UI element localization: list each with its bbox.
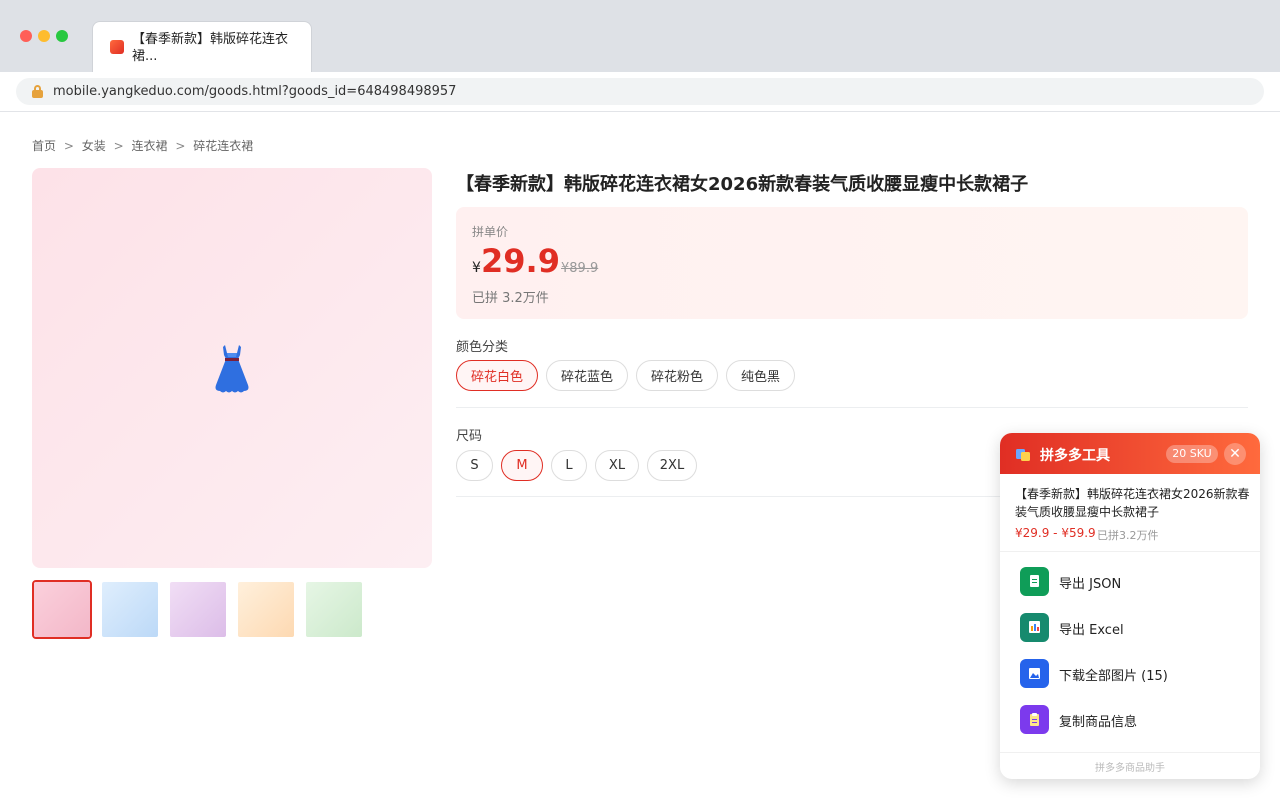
price-box: 拼单价 ¥ 29.9 ¥89.9 已拼 3.2万件 (456, 207, 1248, 319)
extension-sold-count: 已拼3.2万件 (1097, 529, 1159, 542)
extension-panel: 拼多多工具 20 SKU ✕ 【春季新款】韩版碎花连衣裙女2026新款春装气质收… (1000, 433, 1260, 779)
breadcrumb-womens[interactable]: 女装 (82, 139, 106, 153)
address-bar[interactable]: mobile.yangkeduo.com/goods.html?goods_id… (16, 78, 1264, 105)
export-excel-label: 导出 Excel (1059, 623, 1124, 638)
price-label: 拼单价 (472, 225, 509, 239)
sku-count-badge: 20 SKU (1166, 445, 1218, 463)
divider (456, 407, 1248, 408)
copy-product-info-button[interactable]: 复制商品信息 (1020, 705, 1240, 735)
color-section-label: 颜色分类 (456, 340, 509, 355)
spreadsheet-icon (1020, 613, 1049, 642)
color-option-floral-blue[interactable]: 碎花蓝色 (546, 360, 628, 391)
original-price: ¥89.9 (561, 261, 599, 276)
minimize-window-button[interactable] (38, 30, 50, 42)
url-text[interactable]: mobile.yangkeduo.com/goods.html?goods_id… (53, 84, 456, 99)
thumbnail-5[interactable] (304, 580, 364, 639)
color-option-floral-pink[interactable]: 碎花粉色 (636, 360, 718, 391)
download-images-label: 下载全部图片 (15) (1059, 669, 1168, 684)
extension-footer: 拼多多商品助手 (1095, 763, 1165, 774)
group-price: 29.9 (481, 242, 560, 280)
size-option-xl[interactable]: XL (595, 450, 639, 481)
sold-count: 已拼 3.2万件 (472, 291, 549, 306)
divider (1000, 551, 1260, 552)
breadcrumb-dresses[interactable]: 连衣裙 (131, 139, 167, 153)
size-option-s[interactable]: S (456, 450, 493, 481)
breadcrumb-separator: > (175, 139, 186, 153)
extension-price-range: ¥29.9 - ¥59.9 (1015, 526, 1096, 540)
export-json-button[interactable]: 导出 JSON (1020, 567, 1240, 597)
download-images-button[interactable]: 下载全部图片 (15) (1020, 659, 1240, 689)
browser-tab[interactable]: 【春季新款】韩版碎花连衣裙... (92, 21, 312, 72)
thumbnail-4[interactable] (236, 580, 296, 639)
close-window-button[interactable] (20, 30, 32, 42)
size-option-l[interactable]: L (551, 450, 587, 481)
thumbnail-2[interactable] (100, 580, 160, 639)
color-option-solid-black[interactable]: 纯色黑 (726, 360, 795, 391)
breadcrumb: 首页 > 女装 > 连衣裙 > 碎花连衣裙 (32, 137, 257, 154)
browser-tab-bar: 【春季新款】韩版碎花连衣裙... (0, 0, 1280, 72)
pinduoduo-favicon-icon (110, 40, 124, 54)
extension-product-title: 【春季新款】韩版碎花连衣裙女2026新款春装气质收腰显瘦中长款裙子 (1015, 487, 1250, 519)
close-icon[interactable]: ✕ (1224, 443, 1246, 465)
export-json-label: 导出 JSON (1059, 577, 1122, 592)
extension-header: 拼多多工具 20 SKU ✕ (1000, 433, 1260, 474)
dress-icon (215, 345, 249, 393)
export-excel-button[interactable]: 导出 Excel (1020, 613, 1240, 643)
lock-icon[interactable] (32, 85, 43, 98)
product-title: 【春季新款】韩版碎花连衣裙女2026新款春装气质收腰显瘦中长款裙子 (456, 174, 1029, 195)
thumbnail-1[interactable] (32, 580, 92, 639)
breadcrumb-separator: > (113, 139, 124, 153)
document-icon (1020, 567, 1049, 596)
size-option-2xl[interactable]: 2XL (647, 450, 697, 481)
clipboard-icon (1020, 705, 1049, 734)
image-icon (1020, 659, 1049, 688)
size-section-label: 尺码 (456, 429, 483, 444)
tab-title: 【春季新款】韩版碎花连衣裙... (132, 32, 289, 64)
breadcrumb-floral-dresses[interactable]: 碎花连衣裙 (193, 139, 253, 153)
divider (1000, 752, 1260, 753)
thumbnail-3[interactable] (168, 580, 228, 639)
size-option-m[interactable]: M (501, 450, 543, 481)
product-main-image[interactable] (32, 168, 432, 568)
maximize-window-button[interactable] (56, 30, 68, 42)
address-bar-container: mobile.yangkeduo.com/goods.html?goods_id… (0, 72, 1280, 112)
extension-title: 拼多多工具 (1040, 448, 1110, 464)
color-option-floral-white[interactable]: 碎花白色 (456, 360, 538, 391)
breadcrumb-separator: > (63, 139, 74, 153)
currency-symbol: ¥ (472, 260, 481, 276)
divider (456, 496, 1016, 497)
copy-product-info-label: 复制商品信息 (1059, 715, 1138, 730)
breadcrumb-home[interactable]: 首页 (32, 139, 56, 153)
tool-logo-icon (1016, 449, 1030, 461)
